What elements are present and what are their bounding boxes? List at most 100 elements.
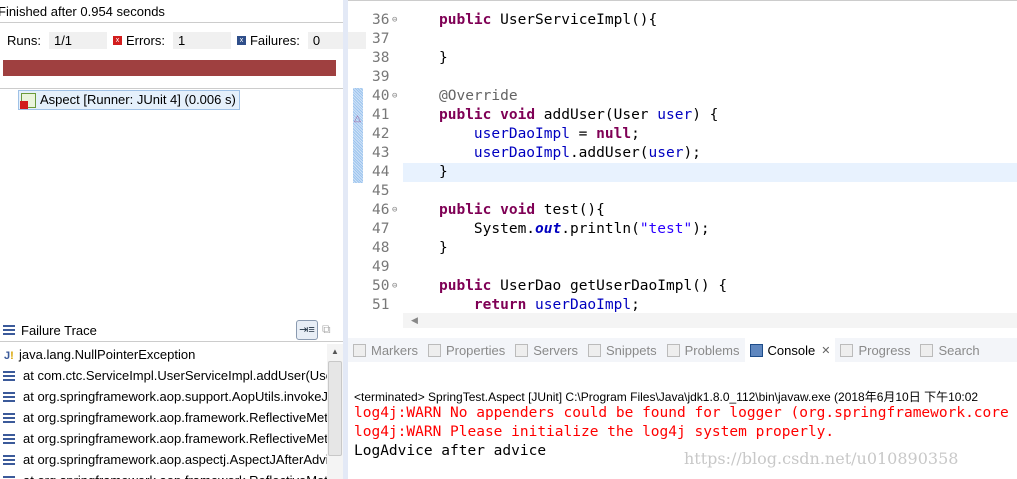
stack-frame-icon	[3, 455, 15, 465]
filter-stack-trace-button[interactable]: ⇥≡	[296, 320, 318, 340]
code-token: @Override	[439, 88, 518, 104]
tab-console[interactable]: Console ✕	[744, 338, 836, 362]
view-tabs: Markers Properties Servers Snippets Problems…	[348, 338, 1017, 362]
code-line[interactable]: 43 userDaoImpl.addUser(user);	[348, 144, 1017, 163]
test-item-label: Aspect [Runner: JUnit 4] (0.006 s)	[40, 92, 236, 107]
tab-label: Markers	[371, 342, 418, 358]
stack-frame-row[interactable]: at org.springframework.aop.aspectj.Aspec…	[0, 449, 327, 470]
watermark: https://blog.csdn.net/u010890358	[684, 449, 959, 468]
code-text: }	[403, 239, 1017, 258]
code-text: userDaoImpl = null;	[403, 125, 1017, 144]
code-line[interactable]: 48}	[348, 239, 1017, 258]
code-line[interactable]: 51 return userDaoImpl;	[348, 296, 1017, 315]
code-token: ;	[631, 126, 640, 142]
code-token: }	[439, 50, 448, 66]
junit-view: Finished after 0.954 seconds Runs: 1/1 x…	[0, 0, 366, 479]
code-token: out	[535, 221, 562, 237]
line-number: 40	[372, 88, 390, 104]
stack-frame-text: at org.springframework.aop.framework.Ref…	[23, 431, 327, 446]
tab-search[interactable]: Search	[915, 338, 984, 362]
line-number: 48	[372, 240, 390, 256]
tab-snippets[interactable]: Snippets	[583, 338, 662, 362]
tab-properties[interactable]: Properties	[423, 338, 510, 362]
vertical-scrollbar[interactable]: ▲	[327, 344, 343, 479]
tab-label: Console	[767, 342, 816, 358]
tab-problems[interactable]: Problems	[662, 338, 745, 362]
code-text: }	[403, 163, 1017, 182]
progress-icon	[840, 343, 854, 357]
fold-toggle-icon[interactable]: ⊖	[392, 277, 397, 296]
exception-text: java.lang.NullPointerException	[19, 347, 196, 362]
tab-servers[interactable]: Servers	[510, 338, 583, 362]
line-number: 44	[372, 164, 390, 180]
code-line[interactable]: 38}	[348, 49, 1017, 68]
code-line[interactable]: 45	[348, 182, 1017, 201]
code-token: );	[683, 145, 701, 161]
failure-icon: x	[236, 36, 246, 45]
code-line[interactable]: 47 System.out.println("test");	[348, 220, 1017, 239]
code-line[interactable]: 46 ⊖ public void test(){	[348, 201, 1017, 220]
code-line[interactable]: 44}	[348, 163, 1017, 182]
stack-trace-icon	[3, 325, 15, 335]
stack-frame-row[interactable]: at org.springframework.aop.framework.Ref…	[0, 428, 327, 449]
code-line[interactable]: 42 userDaoImpl = null;	[348, 125, 1017, 144]
code-line[interactable]: 40 ⊖ @Override	[348, 87, 1017, 106]
code-editor[interactable]: △ ◀ 36 ⊖ public UserServiceImpl(){37 38} 39 4…	[348, 0, 1017, 328]
close-icon[interactable]: ✕	[821, 344, 830, 357]
fold-toggle-icon[interactable]: ⊖	[392, 201, 397, 220]
failures-label: Failures:	[249, 33, 300, 48]
tab-markers[interactable]: Markers	[348, 338, 423, 362]
stack-frame-text: at org.springframework.aop.framework.Ref…	[23, 473, 327, 479]
fold-toggle-icon[interactable]: ⊖	[392, 11, 397, 30]
horizontal-scrollbar[interactable]: ◀	[403, 313, 1017, 328]
code-token: System.	[473, 221, 536, 237]
code-text: @Override	[403, 87, 1017, 106]
line-number: 46	[372, 202, 390, 218]
code-token: }	[439, 164, 448, 180]
line-number: 45	[372, 183, 390, 199]
scrollbar-thumb[interactable]	[328, 361, 342, 456]
line-number: 50	[372, 278, 390, 294]
compare-result-button[interactable]: ⧉	[322, 322, 338, 338]
code-line[interactable]: 49	[348, 258, 1017, 277]
stack-frame-text: at org.springframework.aop.support.AopUt…	[23, 389, 327, 404]
bottom-panel: Markers Properties Servers Snippets Problems…	[348, 332, 1017, 479]
errors-value: 1	[172, 32, 231, 49]
stack-frame-icon	[3, 371, 15, 381]
code-text: public UserDao getUserDaoImpl() {	[403, 277, 1017, 296]
code-line[interactable]: 50 ⊖ public UserDao getUserDaoImpl() {	[348, 277, 1017, 296]
test-tree-item[interactable]: Aspect [Runner: JUnit 4] (0.006 s)	[18, 90, 240, 110]
code-line[interactable]: 39	[348, 68, 1017, 87]
stack-frame-row[interactable]: at com.ctc.ServiceImpl.UserServiceImpl.a…	[0, 365, 327, 386]
code-line[interactable]: 41 public void addUser(User user) {	[348, 106, 1017, 125]
code-text: userDaoImpl.addUser(user);	[403, 144, 1017, 163]
code-token: return	[473, 297, 527, 313]
snippets-icon	[588, 343, 601, 357]
code-line[interactable]: 36 ⊖ public UserServiceImpl(){	[348, 11, 1017, 30]
code-token: void	[500, 202, 536, 218]
fold-toggle-icon[interactable]: ⊖	[392, 87, 397, 106]
code-token: userDaoImpl	[535, 297, 632, 313]
tab-label: Properties	[445, 342, 506, 358]
line-number: 36	[372, 12, 390, 28]
runs-value: 1/1	[48, 32, 107, 49]
code-token: .addUser(	[569, 145, 649, 161]
stack-frame-row[interactable]: at org.springframework.aop.support.AopUt…	[0, 386, 327, 407]
code-token: test(){	[535, 202, 605, 218]
scroll-left-icon[interactable]: ◀	[411, 315, 418, 325]
stack-frame-icon	[3, 413, 15, 423]
scroll-up-icon[interactable]: ▲	[331, 347, 339, 356]
counters: Runs: 1/1 x Errors: 1 x Failures: 0	[7, 32, 366, 49]
stack-frame-row[interactable]: at org.springframework.aop.framework.Ref…	[0, 470, 327, 479]
tab-label: Progress	[858, 342, 911, 358]
tab-progress[interactable]: Progress	[835, 338, 915, 362]
stack-frame-icon	[3, 434, 15, 444]
exception-row[interactable]: J! java.lang.NullPointerException	[0, 344, 327, 365]
code-token: void	[500, 107, 536, 123]
console-output-line: log4j:WARN No appenders could be found f…	[354, 405, 1009, 421]
code-token: null	[596, 126, 632, 142]
code-text: public void test(){	[403, 201, 1017, 220]
stack-frame-row[interactable]: at org.springframework.aop.framework.Ref…	[0, 407, 327, 428]
code-line[interactable]: 37	[348, 30, 1017, 49]
